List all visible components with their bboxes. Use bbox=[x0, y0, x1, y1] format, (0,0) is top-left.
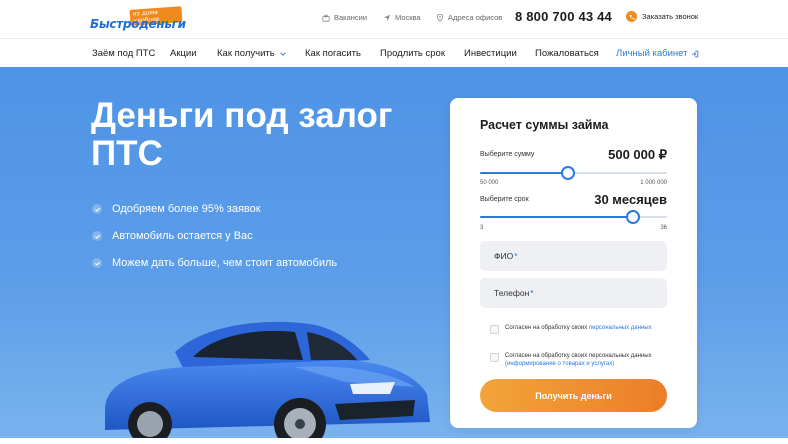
consent-checkbox[interactable] bbox=[490, 325, 499, 334]
consent-text: Согласен на обработку своих персональных… bbox=[505, 352, 660, 368]
required-mark: * bbox=[530, 288, 534, 298]
callback-button[interactable]: Заказать звонок bbox=[626, 11, 698, 22]
loan-calculator-card: Расчет суммы займа Выберите сумму 500 00… bbox=[450, 98, 697, 428]
nav-item-extend[interactable]: Продлить срок bbox=[380, 48, 445, 59]
amount-slider[interactable] bbox=[480, 166, 667, 180]
marketing-info-link[interactable]: (информирование о товарах и услугах) bbox=[505, 361, 614, 367]
benefit-item: Одобряем более 95% заявок bbox=[92, 203, 261, 215]
calculator-title: Расчет суммы займа bbox=[480, 118, 609, 132]
nav-item-investments[interactable]: Инвестиции bbox=[464, 48, 517, 59]
nav-item-promotions[interactable]: Акции bbox=[170, 48, 197, 59]
get-money-button[interactable]: Получить деньги bbox=[480, 379, 667, 412]
consent-label: Согласен на обработку своих персональных… bbox=[505, 353, 652, 359]
consent-label: Согласен на обработку своих bbox=[505, 325, 589, 331]
nav-label: Заём под ПТС bbox=[92, 48, 156, 59]
nav-label: Акции bbox=[170, 48, 197, 59]
term-value: 30 месяцев bbox=[594, 192, 667, 207]
amount-max: 1 000 000 bbox=[640, 180, 667, 186]
nav-item-complaint[interactable]: Пожаловаться bbox=[535, 48, 599, 59]
personal-cabinet-link[interactable]: Личный кабинет bbox=[616, 48, 699, 59]
location-arrow-icon bbox=[383, 14, 391, 21]
city-label: Москва bbox=[395, 13, 421, 22]
cabinet-label: Личный кабинет bbox=[616, 48, 688, 59]
phone-field[interactable]: Телефон * bbox=[480, 278, 667, 308]
benefit-text: Автомобиль остается у Вас bbox=[112, 230, 253, 242]
required-mark: * bbox=[514, 251, 518, 261]
benefit-item: Можем дать больше, чем стоит автомобиль bbox=[92, 257, 337, 269]
nav-label: Инвестиции bbox=[464, 48, 517, 59]
term-slider[interactable] bbox=[480, 210, 667, 224]
map-pin-icon bbox=[436, 13, 444, 22]
fio-placeholder: ФИО bbox=[494, 251, 514, 261]
consent-text: Согласен на обработку своих персональных… bbox=[505, 324, 660, 332]
nav-item-how-to-get[interactable]: Как получить bbox=[217, 48, 287, 59]
hero-title: Деньги под залог ПТС bbox=[91, 96, 393, 173]
briefcase-icon bbox=[322, 14, 330, 22]
consent-marketing: Согласен на обработку своих персональных… bbox=[490, 352, 660, 368]
nav-item-pts-loan[interactable]: Заём под ПТС bbox=[92, 48, 155, 59]
amount-min: 50 000 bbox=[480, 180, 499, 186]
phone-number[interactable]: 8 800 700 43 44 bbox=[515, 9, 612, 24]
check-icon bbox=[92, 258, 102, 268]
callback-label: Заказать звонок bbox=[642, 12, 699, 21]
brand-logo[interactable]: из дома удобнее Быстроденьги bbox=[90, 6, 186, 32]
main-nav: Заём под ПТС Акции Как получить Как пога… bbox=[0, 38, 788, 67]
phone-icon bbox=[626, 11, 637, 22]
vacancies-link[interactable]: Вакансии bbox=[322, 13, 367, 22]
nav-label: Как получить bbox=[217, 48, 275, 59]
amount-slider-fill bbox=[480, 172, 568, 174]
logo-text: Быстроденьги bbox=[90, 17, 186, 31]
page-bottom-strip bbox=[0, 438, 788, 444]
nav-label: Продлить срок bbox=[380, 48, 445, 59]
amount-label: Выберите сумму bbox=[480, 151, 535, 158]
phone-placeholder: Телефон bbox=[494, 288, 530, 298]
nav-label: Пожаловаться bbox=[535, 48, 599, 59]
benefit-text: Одобряем более 95% заявок bbox=[112, 203, 261, 215]
personal-data-link[interactable]: персональных данных bbox=[589, 325, 652, 331]
benefit-text: Можем дать больше, чем стоит автомобиль bbox=[112, 257, 338, 269]
nav-item-how-to-repay[interactable]: Как погасить bbox=[305, 48, 361, 59]
benefit-item: Автомобиль остается у Вас bbox=[92, 230, 253, 242]
city-selector[interactable]: Москва bbox=[383, 13, 421, 22]
check-icon bbox=[92, 231, 102, 241]
term-max: 36 bbox=[660, 225, 667, 231]
offices-link[interactable]: Адреса офисов bbox=[436, 13, 502, 22]
check-icon bbox=[92, 204, 102, 214]
term-slider-handle[interactable] bbox=[626, 210, 641, 224]
offices-label: Адреса офисов bbox=[448, 13, 503, 22]
car-image bbox=[105, 321, 430, 438]
term-slider-fill bbox=[480, 216, 634, 218]
consent-personal-data: Согласен на обработку своих персональных… bbox=[490, 324, 660, 334]
login-icon bbox=[692, 50, 699, 57]
term-min: 3 bbox=[480, 225, 484, 231]
consent-checkbox[interactable] bbox=[490, 353, 499, 362]
chevron-down-icon bbox=[279, 51, 286, 56]
vacancies-label: Вакансии bbox=[334, 13, 368, 22]
top-header: из дома удобнее Быстроденьги Вакансии Мо… bbox=[0, 0, 788, 38]
amount-value: 500 000 ₽ bbox=[608, 147, 667, 162]
fio-field[interactable]: ФИО * bbox=[480, 241, 667, 271]
term-label: Выберите срок bbox=[480, 196, 529, 203]
amount-slider-handle[interactable] bbox=[560, 166, 575, 180]
nav-label: Как погасить bbox=[305, 48, 361, 59]
